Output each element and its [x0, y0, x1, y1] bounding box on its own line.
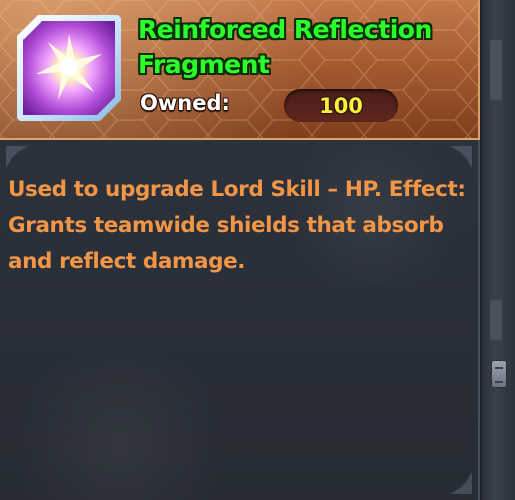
- item-tooltip: Reinforced Reflection Fragment Owned: 10…: [0, 0, 480, 500]
- reflection-fragment-icon: [17, 15, 121, 121]
- item-description: Used to upgrade Lord Skill – HP. Effect:…: [8, 177, 466, 274]
- side-panel-decoration: [490, 40, 502, 100]
- owned-count: 100: [319, 93, 363, 118]
- item-name: Reinforced Reflection Fragment: [138, 15, 432, 79]
- tooltip-header: Reinforced Reflection Fragment Owned: 10…: [0, 0, 480, 140]
- owned-count-box: 100: [284, 89, 398, 122]
- owned-label: Owned:: [140, 91, 230, 115]
- corner-ornament-icon: [450, 146, 472, 168]
- item-icon-frame: [14, 12, 124, 124]
- scroll-handle[interactable]: [491, 360, 507, 388]
- background-side-panel: [482, 0, 515, 500]
- side-panel-decoration: [490, 300, 502, 340]
- corner-ornament-icon: [450, 472, 472, 494]
- corner-ornament-icon: [6, 146, 28, 168]
